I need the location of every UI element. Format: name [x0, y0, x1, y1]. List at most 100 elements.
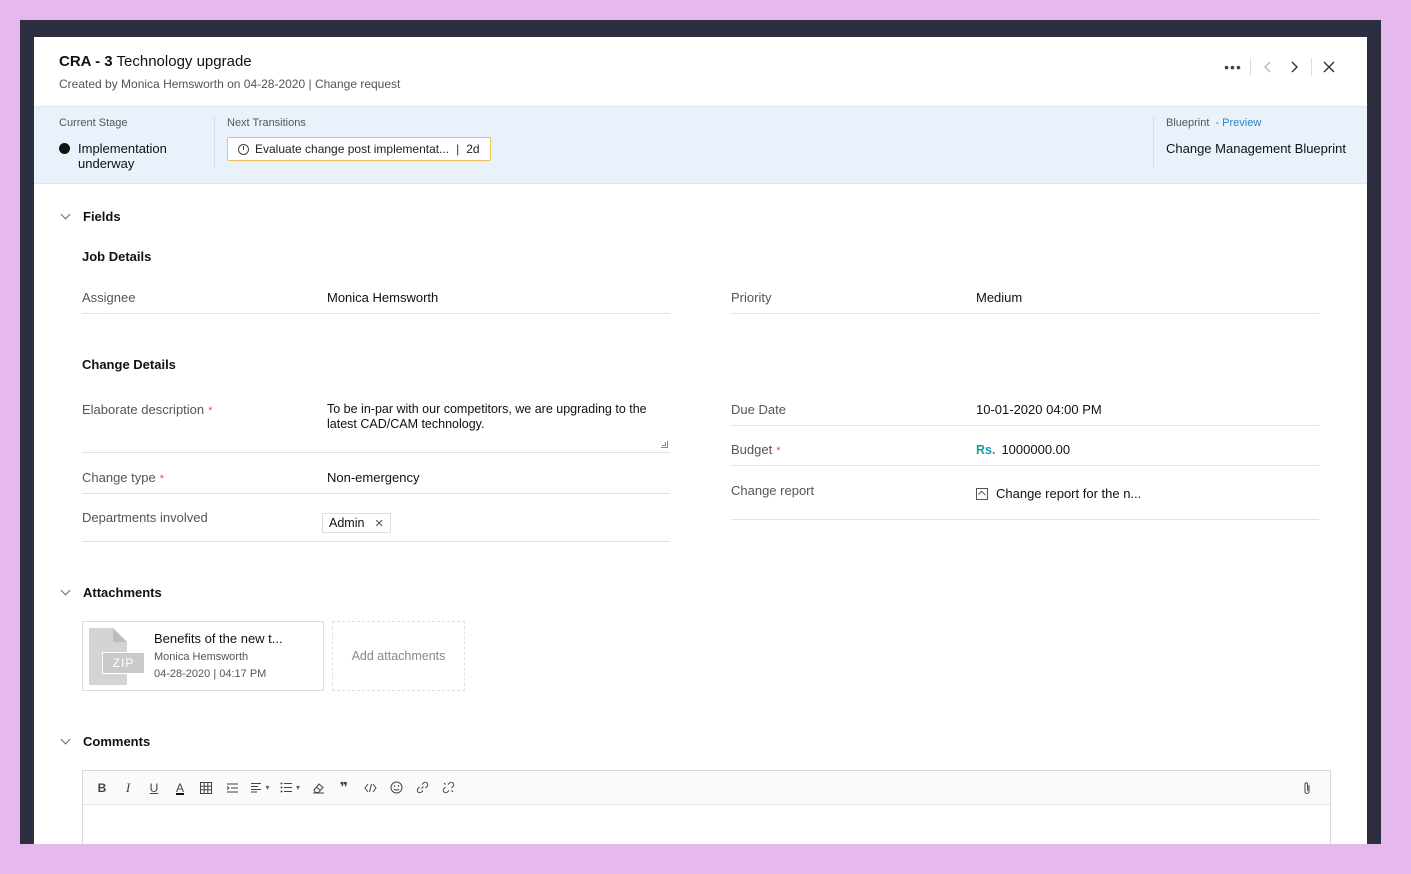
budget-value[interactable]: Rs. 1000000.00 — [976, 442, 1070, 457]
blueprint-preview-link[interactable]: - Preview — [1215, 117, 1261, 129]
attachments-section-title: Attachments — [83, 585, 162, 600]
description-textarea[interactable]: To be in-par with our competitors, we ar… — [327, 402, 667, 432]
italic-button[interactable]: I — [115, 776, 141, 800]
link-icon[interactable] — [409, 776, 435, 800]
blueprint-info: Blueprint - Preview Change Management Blu… — [1166, 117, 1346, 156]
blueprint-stage-bar: Current Stage Implementation underway Ne… — [34, 106, 1367, 184]
unlink-icon[interactable] — [435, 776, 461, 800]
change-details-title: Change Details — [82, 357, 176, 372]
blueprint-label: Blueprint — [1166, 117, 1210, 129]
font-color-button[interactable]: A — [167, 776, 193, 800]
request-detail-modal: CRA - 3 Technology upgrade Created by Mo… — [34, 37, 1367, 844]
editor-toolbar: B I U A ▾ ▾ ❞ — [83, 771, 1330, 805]
next-transitions: Next Transitions Evaluate change post im… — [227, 117, 491, 161]
current-stage-value: Implementation underway — [59, 141, 214, 171]
eraser-icon[interactable] — [305, 776, 331, 800]
assignee-label: Assignee — [82, 290, 136, 305]
budget-label-text: Budget — [731, 442, 773, 457]
assignee-value[interactable]: Monica Hemsworth — [327, 290, 438, 305]
quote-icon[interactable]: ❞ — [331, 776, 357, 800]
departments-tags: Admin ✕ — [322, 513, 391, 533]
description-label: Elaborate description * — [82, 402, 212, 417]
priority-label: Priority — [731, 290, 772, 305]
change-type-value[interactable]: Non-emergency — [327, 470, 420, 485]
due-date-field[interactable]: Due Date 10-01-2020 04:00 PM — [731, 402, 1319, 426]
assignee-field[interactable]: Assignee Monica Hemsworth — [82, 290, 670, 314]
change-type-label: Change type * — [82, 470, 164, 485]
creator-name: Monica Hemsworth — [121, 77, 224, 91]
list-dropdown[interactable]: ▾ — [275, 776, 305, 800]
required-mark: * — [776, 445, 781, 457]
current-stage: Current Stage Implementation underway — [59, 117, 214, 171]
department-tag[interactable]: Admin ✕ — [322, 513, 391, 533]
underline-button[interactable]: U — [141, 776, 167, 800]
clock-icon — [238, 143, 249, 155]
stage-dot-icon — [59, 143, 70, 154]
due-date-value[interactable]: 10-01-2020 04:00 PM — [976, 402, 1102, 417]
divider — [1311, 58, 1312, 76]
description-field[interactable]: Elaborate description * To be in-par with… — [82, 402, 670, 453]
zip-file-icon: ZIP — [89, 628, 145, 685]
blueprint-label-row: Blueprint - Preview — [1166, 117, 1346, 129]
file-fold-shape — [113, 628, 127, 642]
created-prefix: Created by — [59, 77, 118, 91]
code-icon[interactable] — [357, 776, 383, 800]
chevron-right-icon[interactable] — [1281, 57, 1307, 77]
resize-handle-icon[interactable] — [661, 441, 668, 448]
budget-field[interactable]: Budget * Rs. 1000000.00 — [731, 442, 1319, 466]
indent-icon[interactable] — [219, 776, 245, 800]
due-date-label: Due Date — [731, 402, 786, 417]
chevron-down-icon: ▾ — [265, 783, 270, 792]
comment-editor[interactable]: B I U A ▾ ▾ ❞ — [82, 770, 1331, 844]
blueprint-name: Change Management Blueprint — [1166, 141, 1346, 156]
separator: | — [456, 142, 460, 156]
chevron-left-icon[interactable] — [1255, 57, 1281, 77]
transition-button[interactable]: Evaluate change post implementat... | 2d — [227, 137, 491, 161]
close-icon[interactable] — [1316, 57, 1342, 77]
comments-section-title: Comments — [83, 734, 151, 749]
created-info: Created by Monica Hemsworth on 04-28-202… — [59, 77, 400, 91]
department-tag-label: Admin — [329, 516, 365, 530]
attachment-name[interactable]: Benefits of the new t... — [154, 631, 283, 646]
add-attachments-button[interactable]: Add attachments — [332, 621, 465, 691]
fields-section-header[interactable]: Fields — [59, 209, 121, 224]
change-report-file: Change report for the n... — [996, 486, 1142, 501]
budget-label: Budget * — [731, 442, 780, 457]
remove-tag-icon[interactable]: ✕ — [374, 517, 383, 530]
change-report-field[interactable]: Change report Change report for the n... — [731, 483, 1319, 520]
comments-section-header[interactable]: Comments — [59, 734, 150, 749]
required-mark: * — [159, 473, 165, 485]
more-horizontal-icon[interactable]: ••• — [1220, 57, 1246, 77]
chevron-down-icon — [60, 209, 71, 220]
budget-amount: 1000000.00 — [1001, 442, 1071, 457]
attachment-owner: Monica Hemsworth — [154, 651, 249, 663]
paperclip-icon[interactable] — [1294, 776, 1320, 800]
file-type-label: ZIP — [102, 652, 145, 674]
current-stage-label: Current Stage — [59, 117, 128, 129]
modal-header: CRA - 3 Technology upgrade Created by Mo… — [34, 37, 1367, 106]
required-mark: * — [208, 405, 213, 417]
attachments-section-header[interactable]: Attachments — [59, 585, 162, 600]
created-date: on 04-28-2020 — [227, 77, 306, 91]
bold-button[interactable]: B — [89, 776, 115, 800]
emoji-icon[interactable] — [383, 776, 409, 800]
transition-label: Evaluate change post implementat... — [255, 142, 450, 156]
change-type-field[interactable]: Change type * Non-emergency — [82, 470, 670, 494]
current-stage-text: Implementation underway — [78, 141, 167, 171]
fields-section-title: Fields — [83, 209, 121, 224]
table-icon[interactable] — [193, 776, 219, 800]
change-report-label: Change report — [731, 483, 815, 498]
priority-field[interactable]: Priority Medium — [731, 290, 1319, 314]
priority-value[interactable]: Medium — [976, 290, 1022, 305]
chevron-down-icon — [60, 734, 71, 745]
page-title: CRA - 3 Technology upgrade — [59, 53, 252, 70]
request-type: | Change request — [308, 77, 401, 91]
change-report-value[interactable]: Change report for the n... — [976, 486, 1141, 501]
divider — [1250, 58, 1251, 76]
attachment-card[interactable]: ZIP Benefits of the new t... Monica Hems… — [82, 621, 324, 691]
divider — [214, 117, 215, 169]
header-actions: ••• — [1220, 57, 1342, 77]
departments-field[interactable]: Departments involved Admin ✕ — [82, 510, 670, 542]
align-dropdown[interactable]: ▾ — [245, 776, 275, 800]
next-transitions-label: Next Transitions — [227, 117, 306, 129]
